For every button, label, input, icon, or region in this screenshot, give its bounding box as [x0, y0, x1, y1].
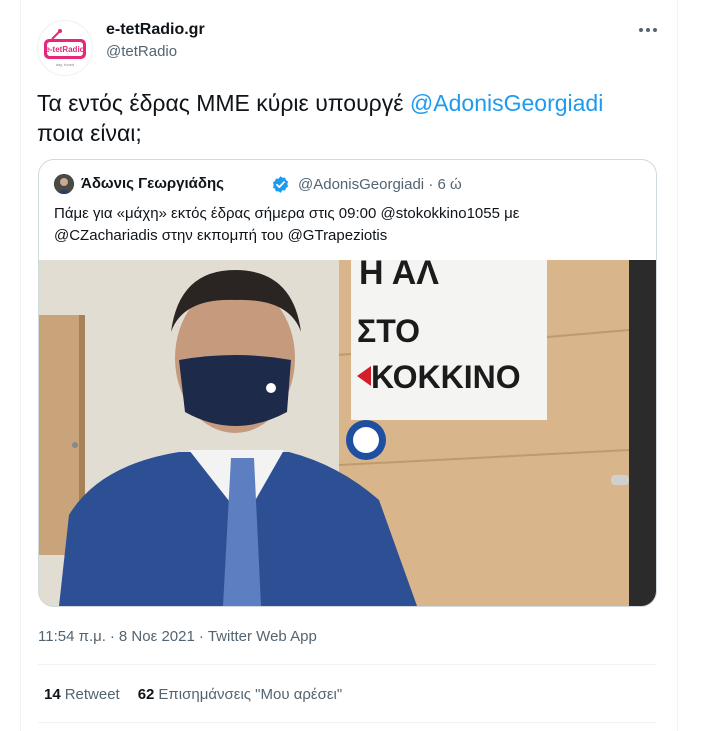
- retweets-count: 14: [44, 686, 61, 703]
- quoted-mention-2: @CZachariadis: [54, 227, 158, 244]
- quoted-mention-3: @GTrapeziotis: [287, 227, 388, 244]
- tweet-date[interactable]: 8 Νοε 2021: [119, 628, 195, 645]
- tweet-time[interactable]: 11:54 π.μ.: [38, 628, 106, 645]
- likes-count: 62: [137, 686, 155, 703]
- quoted-text-part2: με: [499, 205, 520, 222]
- svg-text:day, tuned: day, tuned: [56, 62, 74, 67]
- quoted-handle[interactable]: @AdonisGeorgiadi: [298, 176, 424, 193]
- quoted-author-avatar[interactable]: [54, 174, 74, 194]
- author-avatar[interactable]: e-tetRadio day, tuned: [37, 20, 93, 76]
- divider-bottom: [38, 722, 656, 723]
- sign-text-top: Η ΑΛ: [359, 260, 439, 292]
- person-avatar-icon: [54, 174, 74, 194]
- meta-separator: ·: [109, 628, 115, 645]
- quoted-text-part3: στην εκπομπή του: [157, 227, 288, 244]
- retweets-stat[interactable]: 14 Retweet: [44, 686, 120, 703]
- quoted-time-separator: ·: [428, 176, 434, 193]
- tweet-meta: 11:54 π.μ. · 8 Νοε 2021 · Twitter Web App: [38, 628, 317, 645]
- svg-text:e-tetRadio: e-tetRadio: [45, 45, 84, 54]
- author-handle[interactable]: @tetRadio: [106, 43, 177, 60]
- tweet-stats: 14 Retweet 62 Επισημάνσεις "Μου αρέσει": [44, 686, 342, 703]
- quoted-text: Πάμε για «μάχη» εκτός έδρας σήμερα στις …: [54, 203, 644, 247]
- quoted-handle-line: @AdonisGeorgiadi · 6 ώ: [298, 176, 462, 193]
- verified-badge-icon: [272, 176, 289, 193]
- quoted-photo[interactable]: Η ΑΛ ΣΤΟ ΚΟΚΚΙΝΟ: [39, 260, 656, 606]
- meta-separator-2: ·: [198, 628, 204, 645]
- tweet-source[interactable]: Twitter Web App: [208, 628, 317, 645]
- likes-label: Επισημάνσεις "Μου αρέσει": [158, 686, 343, 703]
- quoted-time[interactable]: 6 ώ: [437, 176, 461, 193]
- sign-text-sto: ΣΤΟ: [357, 313, 420, 349]
- author-display-name[interactable]: e-tetRadio.gr: [106, 21, 205, 39]
- divider: [38, 664, 656, 665]
- sign-text-kokkino: ΚΟΚΚΙΝΟ: [371, 359, 521, 395]
- quoted-mention-1: @stokokkino1055: [380, 205, 500, 222]
- quoted-display-name[interactable]: Άδωνις Γεωργιάδης: [81, 175, 224, 192]
- quoted-text-part1: Πάμε για «μάχη» εκτός έδρας σήμερα στις …: [54, 205, 381, 222]
- radio-logo-icon: e-tetRadio day, tuned: [44, 29, 86, 67]
- quoted-tweet[interactable]: Άδωνις Γεωργιάδης @AdonisGeorgiadi · 6 ώ…: [38, 159, 657, 607]
- tweet-text-suffix: ποια είναι;: [37, 120, 142, 146]
- tweet-mention-link[interactable]: @AdonisGeorgiadi: [410, 90, 603, 116]
- tweet-text-prefix: Τα εντός έδρας ΜΜΕ κύριε υπουργέ: [37, 90, 410, 116]
- likes-stat[interactable]: 62 Επισημάνσεις "Μου αρέσει": [138, 686, 343, 703]
- tweet-text: Τα εντός έδρας ΜΜΕ κύριε υπουργέ @Adonis…: [37, 88, 667, 148]
- more-options-icon[interactable]: [637, 22, 659, 38]
- retweets-label: Retweet: [64, 686, 120, 703]
